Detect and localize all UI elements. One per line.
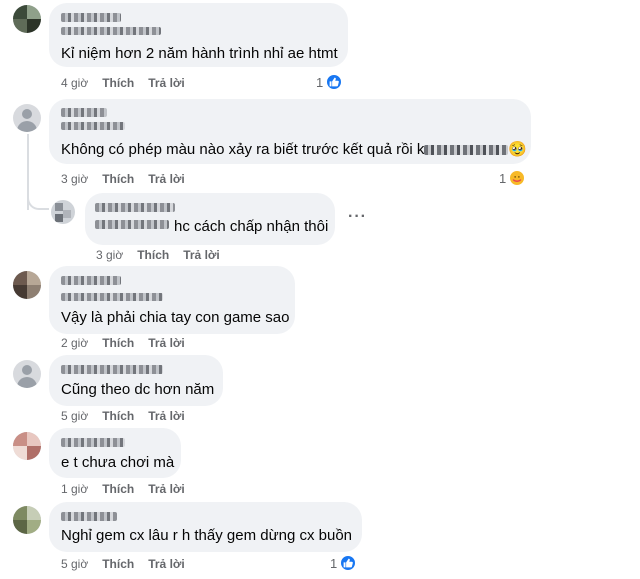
- blurred-author-name[interactable]: [61, 365, 163, 374]
- reply-action[interactable]: Trả lời: [148, 557, 185, 571]
- reply-action[interactable]: Trả lời: [148, 409, 185, 423]
- thread-connector-curve: [27, 196, 49, 210]
- blurred-author-name[interactable]: [61, 512, 117, 521]
- blurred-author-name[interactable]: [61, 108, 107, 117]
- comment-time[interactable]: 2 giờ: [61, 336, 88, 350]
- commenter-avatar[interactable]: [13, 360, 41, 388]
- comment-actions: 2 giờ Thích Trả lời: [61, 336, 199, 350]
- comment-actions: 5 giờ Thích Trả lời: [61, 557, 199, 571]
- like-action[interactable]: Thích: [102, 409, 134, 423]
- more-options-icon[interactable]: ···: [348, 208, 367, 226]
- blurred-author-badge: [61, 122, 125, 130]
- blurred-author-name[interactable]: [61, 438, 125, 447]
- comment-time[interactable]: 4 giờ: [61, 76, 88, 90]
- commenter-avatar[interactable]: [13, 432, 41, 460]
- care-face-icon: [508, 169, 527, 187]
- reaction-count: 1: [316, 74, 324, 90]
- blurred-author-name[interactable]: [95, 203, 175, 212]
- reply-action[interactable]: Trả lời: [148, 76, 185, 90]
- like-action[interactable]: Thích: [102, 76, 134, 90]
- comment-time[interactable]: 5 giờ: [61, 409, 88, 423]
- comment-time[interactable]: 1 giờ: [61, 482, 88, 496]
- comment-text-content: Không có phép màu nào xảy ra biết trước …: [61, 141, 425, 158]
- reaction-count: 1: [330, 555, 338, 571]
- blurred-author-name[interactable]: [61, 13, 121, 22]
- reaction-summary[interactable]: 1: [499, 169, 527, 187]
- like-action[interactable]: Thích: [102, 336, 134, 350]
- reply-action[interactable]: Trả lời: [183, 248, 220, 262]
- thumbs-up-icon: [339, 554, 358, 572]
- blurred-mention[interactable]: [424, 145, 509, 156]
- comment-text: Không có phép màu nào xảy ra biết trước …: [61, 140, 527, 159]
- comment-bubble: Kỉ niệm hơn 2 năm hành trình nhỉ ae htmt: [49, 3, 348, 67]
- blurred-author-name[interactable]: [61, 276, 121, 285]
- reaction-summary[interactable]: 1: [316, 73, 344, 91]
- comment-bubble: Nghỉ gem cx lâu r h thấy gem dừng cx buồ…: [49, 502, 362, 552]
- reply-bubble: hc cách chấp nhận thôi: [85, 193, 335, 245]
- blurred-author-badge: [61, 293, 163, 301]
- like-action[interactable]: Thích: [102, 482, 134, 496]
- reply-action[interactable]: Trả lời: [148, 482, 185, 496]
- comment-time[interactable]: 5 giờ: [61, 557, 88, 571]
- comment-time[interactable]: 3 giờ: [96, 248, 123, 262]
- comment-actions: 1 giờ Thích Trả lời: [61, 482, 199, 496]
- comment-text: Nghỉ gem cx lâu r h thấy gem dừng cx buồ…: [61, 527, 353, 544]
- like-action[interactable]: Thích: [102, 172, 134, 186]
- reply-avatar[interactable]: [51, 200, 75, 224]
- comment-actions: 5 giờ Thích Trả lời: [61, 409, 199, 423]
- reaction-count: 1: [499, 170, 507, 186]
- commenter-avatar[interactable]: [13, 104, 41, 132]
- comment-actions: 4 giờ Thích Trả lời: [61, 76, 199, 90]
- thumbs-up-icon: [325, 73, 344, 91]
- comment-text: Vậy là phải chia tay con game sao: [61, 309, 290, 326]
- comment-bubble: Vậy là phải chia tay con game sao: [49, 266, 295, 334]
- like-action[interactable]: Thích: [137, 248, 169, 262]
- comment-text: e t chưa chơi mà: [61, 454, 175, 471]
- reply-actions: 3 giờ Thích Trả lời: [96, 248, 234, 262]
- comment-actions: 3 giờ Thích Trả lời: [61, 172, 199, 186]
- commenter-avatar[interactable]: [13, 506, 41, 534]
- reaction-summary[interactable]: 1: [330, 554, 358, 572]
- like-action[interactable]: Thích: [102, 557, 134, 571]
- comment-bubble: e t chưa chơi mà: [49, 428, 181, 478]
- pleading-face-emoji: 🥹: [508, 141, 528, 158]
- reply-text: hc cách chấp nhận thôi: [174, 218, 329, 235]
- blurred-author-badge: [61, 27, 161, 35]
- commenter-avatar[interactable]: [13, 5, 41, 33]
- blurred-author-name[interactable]: [95, 220, 169, 229]
- reply-action[interactable]: Trả lời: [148, 172, 185, 186]
- comment-time[interactable]: 3 giờ: [61, 172, 88, 186]
- comment-bubble: Cũng theo dc hơn năm: [49, 355, 223, 406]
- comment-bubble: Không có phép màu nào xảy ra biết trước …: [49, 99, 531, 164]
- commenter-avatar[interactable]: [13, 271, 41, 299]
- reply-action[interactable]: Trả lời: [148, 336, 185, 350]
- comment-text: Cũng theo dc hơn năm: [61, 381, 215, 398]
- comment-text: Kỉ niệm hơn 2 năm hành trình nhỉ ae htmt: [61, 45, 338, 62]
